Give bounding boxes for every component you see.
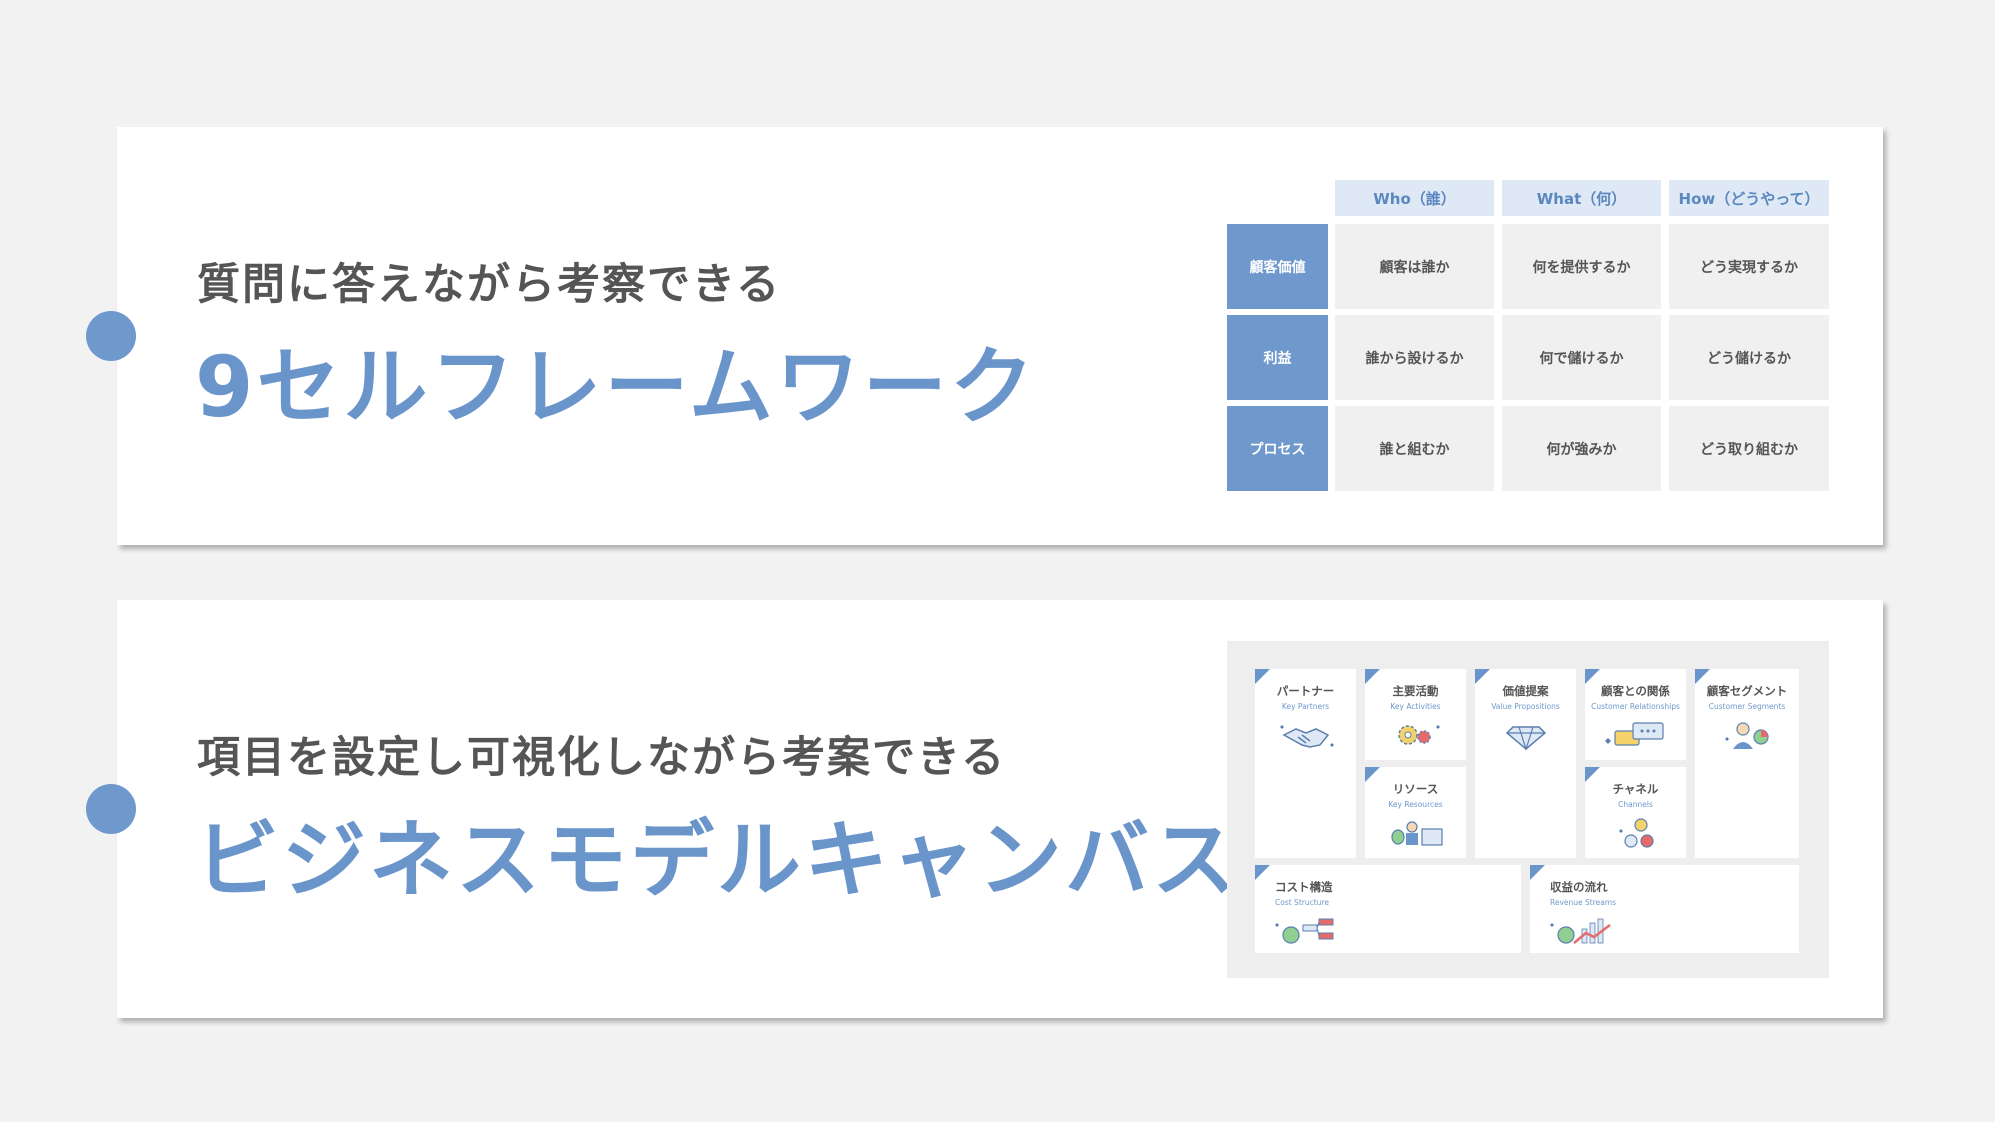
bmc-cost-structure: コスト構造 Cost Structure [1255,865,1521,953]
grid-column-header: Who（誰） [1335,180,1494,216]
bmc-revenue-streams: 収益の流れ Revenue Streams [1530,865,1799,953]
bmc-label-en: Key Partners [1281,702,1330,711]
channels-icon [1618,818,1654,848]
bmc-label-jp: 価値提案 [1502,684,1549,698]
gears-icon [1397,725,1440,745]
grid-cell: どう実現するか [1669,224,1829,309]
grid-column-header: How（どうやって） [1669,180,1829,216]
bmc-label-en: Customer Relationships [1591,702,1680,711]
bullet-dot [86,311,136,361]
corner-marker [1365,767,1380,782]
corner-marker [1255,865,1270,880]
grid-cell: 顧客は誰か [1335,224,1494,309]
diamond-icon [1505,726,1546,751]
bmc-key-partners: パートナー Key Partners [1255,669,1356,858]
corner-marker [1695,669,1710,684]
bmc-key-activities: 主要活動 Key Activities [1365,669,1466,760]
bmc-key-resources: リソース Key Resources [1365,767,1466,858]
corner-marker [1475,669,1490,684]
bmc-label-jp: チャネル [1612,782,1659,796]
nine-cell-grid: Who（誰） What（何） How（どうやって） 顧客価値 顧客は誰か 何を提… [1227,180,1829,491]
people-icon [1725,722,1769,749]
section2-title: ビジネスモデルキャンバス [195,811,1240,909]
corner-marker [1365,669,1380,684]
grid-column-header: What（何） [1502,180,1661,216]
bmc-label-jp: 顧客との関係 [1601,684,1670,698]
chat-icon [1604,722,1664,746]
bmc-label-en: Channels [1618,800,1653,809]
bmc-label-en: Customer Segments [1708,702,1786,711]
money-bag-icon [1275,918,1334,944]
bullet-dot [86,784,136,834]
bmc-channels: チャネル Channels [1585,767,1686,858]
corner-marker [1255,669,1270,684]
corner-marker [1585,767,1600,782]
handshake-icon [1279,725,1334,748]
bmc-label-jp: パートナー [1276,684,1335,698]
growth-chart-icon [1550,918,1611,944]
bmc-label-jp: リソース [1392,782,1439,796]
grid-row-header: プロセス [1227,406,1328,491]
bmc-customer-relationships: 顧客との関係 Customer Relationships [1585,669,1686,760]
bmc-customer-segments: 顧客セグメント Customer Segments [1695,669,1799,858]
grid-cell: 誰と組むか [1335,406,1494,491]
grid-row-header: 顧客価値 [1227,224,1328,309]
resources-icon [1390,821,1443,846]
bmc-value-propositions: 価値提案 Value Propositions [1475,669,1576,858]
section1-subtitle: 質問に答えながら考察できる [197,260,782,310]
bmc-label-jp: 顧客セグメント [1706,684,1788,698]
bmc-label-jp: 収益の流れ [1550,880,1608,894]
business-model-canvas: パートナー Key Partners 主要活動 Key Activities リ… [1227,641,1829,978]
corner-marker [1530,865,1545,880]
grid-cell: 何が強みか [1502,406,1661,491]
bmc-label-en: Key Resources [1388,800,1443,809]
bmc-label-en: Revenue Streams [1550,898,1617,907]
grid-cell: 誰から設けるか [1335,315,1494,400]
grid-cell: 何を提供するか [1502,224,1661,309]
bmc-label-jp: 主要活動 [1392,684,1439,698]
grid-cell: 何で儲けるか [1502,315,1661,400]
grid-cell: どう儲けるか [1669,315,1829,400]
grid-cell: どう取り組むか [1669,406,1829,491]
section2-subtitle: 項目を設定し可視化しながら考案できる [197,733,1007,783]
bmc-label-jp: コスト構造 [1275,880,1333,894]
section1-title: 9セルフレームワーク [195,338,1037,436]
grid-row-header: 利益 [1227,315,1328,400]
bmc-label-en: Key Activities [1390,702,1441,711]
bmc-label-en: Value Propositions [1491,702,1560,711]
bmc-label-en: Cost Structure [1275,898,1329,907]
corner-marker [1585,669,1600,684]
